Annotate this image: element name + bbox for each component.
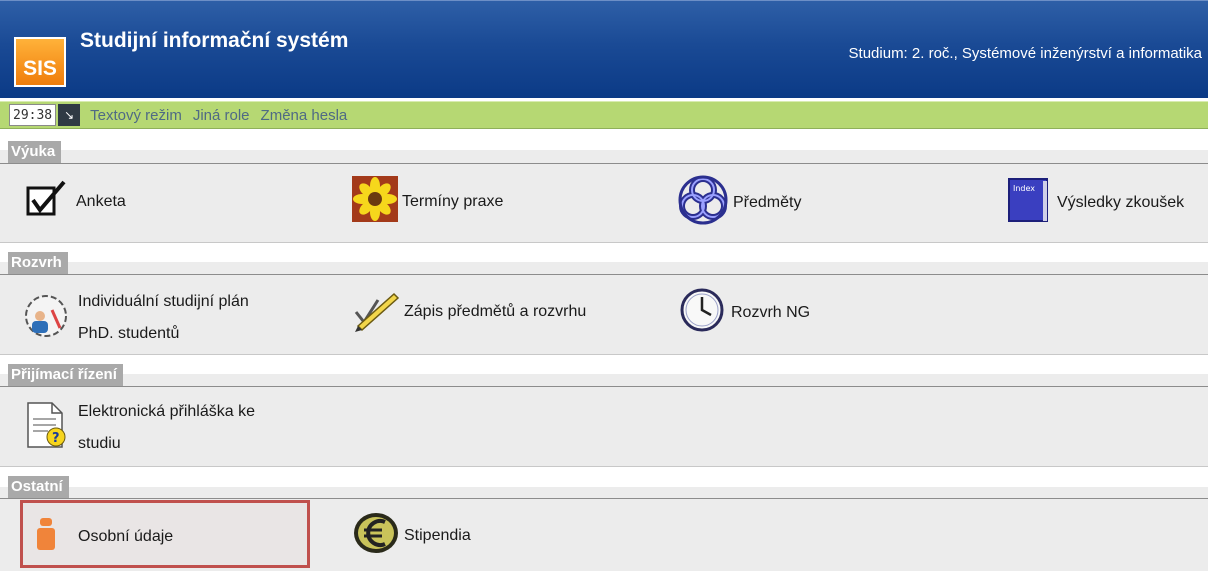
menu-item-predmety[interactable]: Předměty xyxy=(677,174,801,231)
menu-item-elektronicka-prihlaska[interactable]: ? Elektronická přihláška ke studiu xyxy=(22,398,255,458)
svg-text:?: ? xyxy=(52,431,60,446)
divider xyxy=(0,466,1208,467)
section-title-rozvrh: Rozvrh xyxy=(8,252,68,274)
index-book-icon: Index xyxy=(1005,177,1051,228)
sis-logo[interactable]: SIS xyxy=(14,37,66,87)
toolbar: 29:38 ↘ Textový režim Jiná role Změna he… xyxy=(0,101,1208,129)
menu-item-stipendia[interactable]: Stipendia xyxy=(352,510,471,561)
menu-item-label: Zápis předmětů a rozvrhu xyxy=(404,302,587,320)
celtic-knot-icon xyxy=(677,174,729,231)
app-header: SIS Studijní informační systém Studium: … xyxy=(0,0,1208,98)
clock-person-icon xyxy=(22,292,70,345)
section-title-ostatni: Ostatní xyxy=(8,476,69,498)
menu-item-label: Termíny praxe xyxy=(402,192,504,210)
other-role-link[interactable]: Jiná role xyxy=(193,107,250,124)
clock-icon xyxy=(679,287,725,338)
menu-item-label: Stipendia xyxy=(404,526,471,544)
section-title-prijimaci: Přijímací řízení xyxy=(8,364,123,386)
menu-item-isp-phd[interactable]: Individuální studijní plán PhD. studentů xyxy=(22,288,249,348)
pencil-check-icon xyxy=(352,286,400,337)
change-password-link[interactable]: Změna hesla xyxy=(261,107,348,124)
svg-text:Index: Index xyxy=(1013,184,1035,193)
divider xyxy=(0,354,1208,355)
section-title-vyuka: Výuka xyxy=(8,141,62,163)
session-timer: 29:38 xyxy=(9,104,57,126)
menu-item-label: Anketa xyxy=(76,192,126,210)
menu-item-label: Rozvrh NG xyxy=(731,303,811,321)
euro-icon xyxy=(352,510,400,561)
menu-item-rozvrh-ng[interactable]: Rozvrh NG xyxy=(679,287,810,338)
document-question-icon: ? xyxy=(22,401,70,456)
divider xyxy=(0,386,1208,387)
checkbox-icon xyxy=(26,180,68,223)
app-title: Studijní informační systém xyxy=(80,29,349,52)
sunflower-icon xyxy=(352,176,398,227)
menu-item-vysledky-zkousek[interactable]: Index Výsledky zkoušek xyxy=(1005,177,1184,228)
menu-item-label: Předměty xyxy=(733,193,802,211)
menu-item-osobni-udaje[interactable]: Osobní údaje xyxy=(34,516,173,557)
logout-arrow-icon[interactable]: ↘ xyxy=(58,104,81,126)
person-icon xyxy=(34,516,58,557)
menu-item-label: Výsledky zkoušek xyxy=(1057,193,1185,211)
divider xyxy=(0,498,1208,499)
text-mode-link[interactable]: Textový režim xyxy=(90,107,182,124)
menu-item-label: Elektronická přihláška ke studiu xyxy=(78,403,255,452)
menu-item-zapis-predmetu[interactable]: Zápis předmětů a rozvrhu xyxy=(352,286,586,337)
divider xyxy=(0,242,1208,243)
divider xyxy=(0,163,1208,164)
menu-item-anketa[interactable]: Anketa xyxy=(26,180,126,223)
menu-item-terminy-praxe[interactable]: Termíny praxe xyxy=(352,176,503,227)
divider xyxy=(0,274,1208,275)
study-info: Studium: 2. roč., Systémové inženýrství … xyxy=(848,45,1202,62)
menu-item-label: Osobní údaje xyxy=(78,527,174,545)
menu-item-label: Individuální studijní plán PhD. studentů xyxy=(78,293,249,342)
